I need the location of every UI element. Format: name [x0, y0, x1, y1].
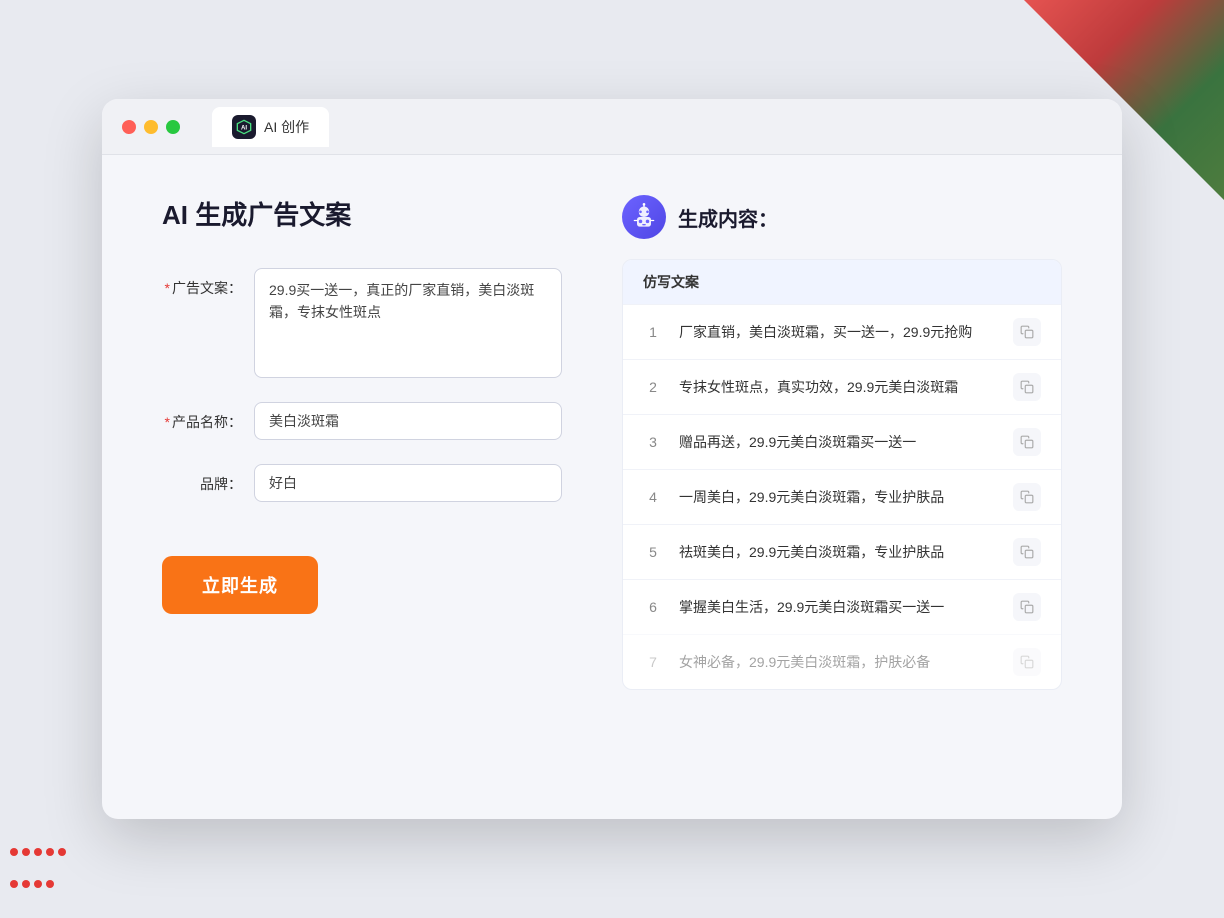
brand-input[interactable]: [254, 464, 562, 502]
row-text: 赠品再送，29.9元美白淡斑霜买一送一: [679, 432, 997, 453]
table-header: 仿写文案: [623, 260, 1061, 304]
minimize-button[interactable]: [144, 120, 158, 134]
table-row: 2 专抹女性斑点，真实功效，29.9元美白淡斑霜: [623, 359, 1061, 414]
row-number: 1: [643, 324, 663, 340]
row-number: 3: [643, 434, 663, 450]
copy-button[interactable]: [1013, 483, 1041, 511]
browser-window: AI AI 创作 AI 生成广告文案 *广告文案： *产品名称：: [102, 99, 1122, 819]
generate-button[interactable]: 立即生成: [162, 556, 318, 614]
robot-icon: [622, 195, 666, 239]
required-mark-2: *: [165, 414, 170, 430]
brand-group: 品牌：: [162, 464, 562, 502]
table-row: 6 掌握美白生活，29.9元美白淡斑霜买一送一: [623, 579, 1061, 634]
row-number: 5: [643, 544, 663, 560]
table-row: 1 厂家直销，美白淡斑霜，买一送一，29.9元抢购: [623, 304, 1061, 359]
row-number: 7: [643, 654, 663, 670]
result-rows-container: 1 厂家直销，美白淡斑霜，买一送一，29.9元抢购 2 专抹女性斑点，真实功效，29.…: [623, 304, 1061, 689]
copy-button[interactable]: [1013, 318, 1041, 346]
result-table: 仿写文案 1 厂家直销，美白淡斑霜，买一送一，29.9元抢购 2 专抹女性斑点，真实功…: [622, 259, 1062, 690]
required-mark-1: *: [165, 280, 170, 296]
product-name-label: *产品名称：: [162, 402, 242, 432]
copy-button[interactable]: [1013, 428, 1041, 456]
brand-label: 品牌：: [162, 464, 242, 494]
ai-tab[interactable]: AI AI 创作: [212, 107, 329, 147]
table-row: 4 一周美白，29.9元美白淡斑霜，专业护肤品: [623, 469, 1061, 524]
row-text: 祛斑美白，29.9元美白淡斑霜，专业护肤品: [679, 542, 997, 563]
close-button[interactable]: [122, 120, 136, 134]
decorative-corner-bottom-left: [0, 838, 80, 918]
right-panel: 生成内容： 仿写文案 1 厂家直销，美白淡斑霜，买一送一，29.9元抢购 2 专抹女性…: [622, 195, 1062, 690]
svg-text:AI: AI: [241, 125, 247, 131]
table-row: 5 祛斑美白，29.9元美白淡斑霜，专业护肤品: [623, 524, 1061, 579]
row-text: 厂家直销，美白淡斑霜，买一送一，29.9元抢购: [679, 322, 997, 343]
row-text: 一周美白，29.9元美白淡斑霜，专业护肤品: [679, 487, 997, 508]
copy-button[interactable]: [1013, 593, 1041, 621]
left-panel: AI 生成广告文案 *广告文案： *产品名称： 品牌： 立: [162, 195, 562, 690]
result-header: 生成内容：: [622, 195, 1062, 239]
page-title: AI 生成广告文案: [162, 195, 562, 232]
row-number: 2: [643, 379, 663, 395]
copy-button[interactable]: [1013, 648, 1041, 676]
ai-tab-icon: AI: [232, 115, 256, 139]
ad-copy-label: *广告文案：: [162, 268, 242, 298]
table-row: 7 女神必备，29.9元美白淡斑霜，护肤必备: [623, 634, 1061, 689]
result-title: 生成内容：: [678, 203, 778, 232]
copy-button[interactable]: [1013, 373, 1041, 401]
title-bar: AI AI 创作: [102, 99, 1122, 155]
ad-copy-input[interactable]: [254, 268, 562, 378]
ad-copy-group: *广告文案：: [162, 268, 562, 378]
content-area: AI 生成广告文案 *广告文案： *产品名称： 品牌： 立: [102, 155, 1122, 730]
row-text: 掌握美白生活，29.9元美白淡斑霜买一送一: [679, 597, 997, 618]
maximize-button[interactable]: [166, 120, 180, 134]
tab-label: AI 创作: [264, 117, 309, 137]
row-number: 4: [643, 489, 663, 505]
row-text: 女神必备，29.9元美白淡斑霜，护肤必备: [679, 652, 997, 673]
traffic-lights: [122, 120, 180, 134]
row-number: 6: [643, 599, 663, 615]
row-text: 专抹女性斑点，真实功效，29.9元美白淡斑霜: [679, 377, 997, 398]
product-name-group: *产品名称：: [162, 402, 562, 440]
product-name-input[interactable]: [254, 402, 562, 440]
table-row: 3 赠品再送，29.9元美白淡斑霜买一送一: [623, 414, 1061, 469]
copy-button[interactable]: [1013, 538, 1041, 566]
